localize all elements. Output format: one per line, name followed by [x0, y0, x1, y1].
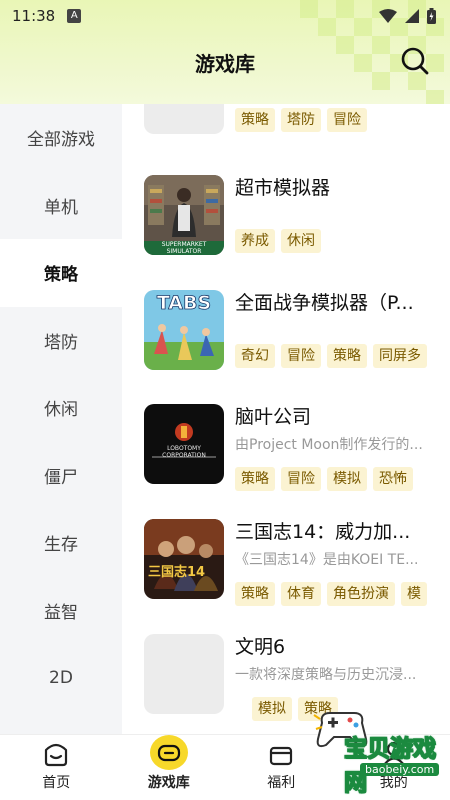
- tag[interactable]: 模: [401, 582, 427, 606]
- game-description: 《三国志14》是由KOEI TE...: [235, 552, 419, 568]
- game-description: 由Project Moon制作发行的...: [235, 437, 423, 453]
- game-thumbnail: [144, 634, 224, 714]
- tag[interactable]: 冒险: [327, 108, 367, 132]
- game-thumbnail: 三国志14: [144, 519, 224, 599]
- home-icon: [45, 743, 68, 767]
- gift-icon: [270, 746, 293, 766]
- tag[interactable]: 休闲: [281, 229, 321, 253]
- game-title: 全面战争模拟器（P...: [235, 292, 414, 314]
- thumbnail-caption: TABS: [156, 292, 212, 315]
- tag-list: 策略 塔防 冒险: [235, 108, 445, 134]
- tag[interactable]: 策略: [327, 344, 367, 368]
- nav-label: 游戏库: [147, 775, 190, 791]
- gamepad-icon: [157, 744, 180, 761]
- game-list: 策略 塔防 冒险 SUPERMARKET SIMULATOR 超市模拟器 养成 …: [122, 104, 450, 734]
- game-thumbnail: SUPERMARKET SIMULATOR: [144, 175, 224, 255]
- sidebar-item-puzzle[interactable]: 益智: [0, 577, 122, 645]
- game-card[interactable]: TABS 全面战争模拟器（P... 奇幻 冒险 策略 同屏多: [144, 290, 444, 376]
- active-indicator: [149, 735, 188, 770]
- game-thumbnail: TABS: [144, 290, 224, 370]
- tag[interactable]: 塔防: [281, 108, 321, 132]
- tag[interactable]: 冒险: [281, 344, 321, 368]
- thumbnail-caption: 三国志14: [148, 565, 206, 580]
- sidebar-item-zombie[interactable]: 僵尸: [0, 442, 122, 510]
- notification-icon: A: [67, 9, 82, 23]
- tag[interactable]: 角色扮演: [327, 582, 395, 606]
- tag[interactable]: 养成: [235, 229, 275, 253]
- sidebar-item-survival[interactable]: 生存: [0, 509, 122, 577]
- nav-home[interactable]: 首页: [0, 735, 113, 800]
- tag-list: 奇幻 冒险 策略 同屏多: [235, 344, 445, 370]
- thumbnail-caption: LOBOTOMY CORPORATION: [162, 445, 206, 459]
- tag-list: 养成 休闲: [235, 229, 445, 255]
- tag-list: 策略 体育 角色扮演 模: [235, 582, 445, 608]
- nav-game-library[interactable]: 游戏库: [113, 735, 226, 800]
- tag[interactable]: 策略: [235, 467, 275, 491]
- tag[interactable]: 奇幻: [235, 344, 275, 368]
- battery-icon: [427, 8, 436, 24]
- tag[interactable]: 冒险: [281, 467, 321, 491]
- category-sidebar: 全部游戏 单机 策略 塔防 休闲 僵尸 生存 益智 2D: [0, 104, 122, 734]
- nav-label: 福利: [267, 775, 296, 791]
- thumbnail-caption: SUPERMARKET SIMULATOR: [161, 241, 207, 255]
- game-title: 文明6: [235, 636, 286, 658]
- status-icons: [379, 8, 436, 24]
- sidebar-item-2d[interactable]: 2D: [0, 644, 122, 712]
- page-header: 游戏库: [0, 40, 450, 84]
- search-icon[interactable]: [400, 46, 430, 76]
- game-title: 脑叶公司: [235, 406, 312, 428]
- game-thumbnail: [144, 104, 224, 134]
- page-title: 游戏库: [195, 51, 255, 76]
- sidebar-item-strategy[interactable]: 策略: [0, 239, 122, 307]
- game-card[interactable]: SUPERMARKET SIMULATOR 超市模拟器 养成 休闲: [144, 175, 444, 261]
- game-card[interactable]: LOBOTOMY CORPORATION 脑叶公司 由Project Moon制…: [144, 404, 445, 493]
- game-card[interactable]: 策略 塔防 冒险: [144, 104, 444, 140]
- tag[interactable]: 恐怖: [373, 467, 413, 491]
- wifi-icon: [379, 9, 397, 23]
- tag[interactable]: 模拟: [327, 467, 367, 491]
- game-thumbnail: LOBOTOMY CORPORATION: [144, 404, 224, 484]
- tag[interactable]: 体育: [281, 582, 321, 606]
- tag[interactable]: 模拟: [252, 697, 292, 721]
- signal-icon: [405, 9, 419, 23]
- game-description: 一款将深度策略与历史沉浸...: [235, 667, 417, 683]
- sidebar-item-all[interactable]: 全部游戏: [0, 104, 122, 172]
- tag[interactable]: 策略: [235, 108, 275, 132]
- sidebar-item-tower-defense[interactable]: 塔防: [0, 307, 122, 375]
- tag-list: 策略 冒险 模拟 恐怖: [235, 467, 445, 493]
- tag[interactable]: 同屏多: [373, 344, 427, 368]
- sidebar-item-single[interactable]: 单机: [0, 172, 122, 240]
- watermark-url: baobeiy.com: [360, 763, 440, 776]
- watermark: 宝贝游戏网 baobeiy.com: [300, 705, 450, 797]
- status-time: 11:38: [12, 7, 56, 25]
- sidebar-item-casual[interactable]: 休闲: [0, 374, 122, 442]
- game-title: 三国志14：威力加...: [235, 521, 411, 543]
- game-card[interactable]: 三国志14 三国志14：威力加... 《三国志14》是由KOEI TE... 策…: [144, 519, 445, 608]
- status-bar: 11:38 A: [0, 0, 450, 32]
- game-title: 超市模拟器: [235, 177, 331, 199]
- nav-label: 首页: [42, 775, 71, 791]
- tag[interactable]: 策略: [235, 582, 275, 606]
